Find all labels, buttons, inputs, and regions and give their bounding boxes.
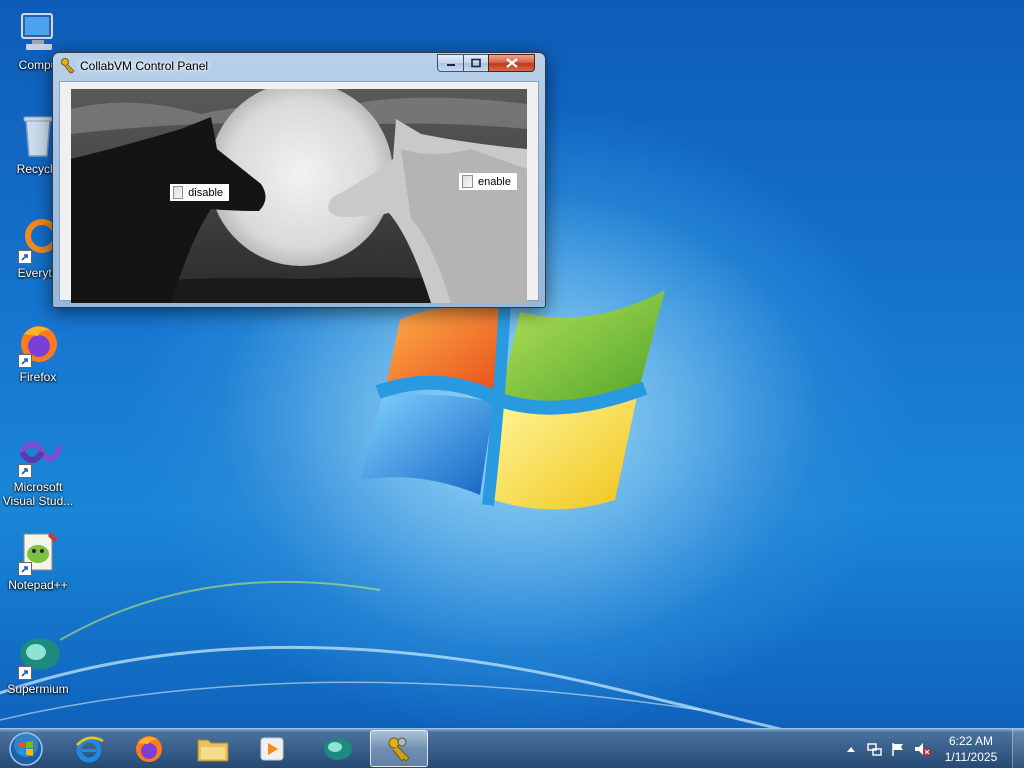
system-tray: 6:22 AM 1/11/2025 — [840, 729, 1024, 768]
firefox-icon — [14, 320, 62, 368]
close-button[interactable] — [488, 54, 535, 72]
wolves-moon-image: disable enable — [71, 89, 527, 303]
taskbar-internet-explorer[interactable] — [60, 730, 118, 767]
keys-icon — [59, 57, 77, 75]
taskbar-media-player[interactable] — [243, 730, 301, 767]
taskbar: 6:22 AM 1/11/2025 — [0, 728, 1024, 768]
window-scrollbar[interactable] — [529, 82, 537, 300]
desktop-icon-firefox[interactable]: Firefox — [2, 320, 74, 384]
taskbar-supermium[interactable] — [308, 730, 366, 767]
desktop-icon-label: Microsoft Visual Stud... — [2, 480, 74, 508]
close-icon — [505, 58, 518, 68]
action-center-flag-icon[interactable] — [890, 741, 906, 757]
supermium-icon — [14, 632, 62, 680]
start-orb-icon — [9, 732, 43, 766]
media-player-icon — [260, 737, 284, 760]
show-hidden-icons-chevron-icon[interactable] — [846, 745, 856, 753]
firefox-icon — [136, 735, 162, 762]
checkbox-box[interactable] — [173, 186, 184, 199]
supermium-icon — [324, 737, 352, 760]
desktop-icon-label: Notepad++ — [8, 578, 68, 592]
clock-date: 1/11/2025 — [944, 750, 998, 764]
maximize-button[interactable] — [463, 54, 489, 72]
shortcut-arrow-icon — [18, 250, 32, 264]
enable-label: enable — [477, 175, 511, 188]
volume-muted-icon[interactable] — [914, 741, 932, 757]
minimize-icon — [446, 64, 455, 66]
window-title: CollabVM Control Panel — [80, 59, 209, 73]
show-desktop-button[interactable] — [1012, 729, 1024, 768]
desktop-icon-label: Supermium — [7, 682, 69, 696]
shortcut-arrow-icon — [18, 666, 32, 680]
desktop-icon-notepad-plus-plus[interactable]: Notepad++ — [2, 528, 74, 592]
window-client-area: disable enable — [59, 81, 539, 303]
taskbar-file-explorer[interactable] — [184, 730, 242, 767]
keys-icon — [388, 737, 410, 762]
minimize-button[interactable] — [437, 54, 464, 72]
start-button[interactable] — [4, 730, 48, 768]
clock-time: 6:22 AM — [948, 734, 994, 748]
shortcut-arrow-icon — [18, 562, 32, 576]
disable-label: disable — [188, 186, 223, 199]
maximize-icon — [471, 58, 481, 68]
desktop-icon-label: Firefox — [19, 370, 57, 384]
visual-studio-icon — [14, 430, 63, 478]
enable-checkbox[interactable]: enable — [459, 173, 517, 190]
taskbar-firefox[interactable] — [120, 730, 178, 767]
desktop-icon-supermium[interactable]: Supermium — [2, 632, 74, 696]
notepad-plus-plus-icon — [14, 528, 62, 576]
clock[interactable]: 6:22 AM 1/11/2025 — [936, 733, 1006, 765]
collabvm-control-panel-window[interactable]: CollabVM Control Panel disable enable — [52, 52, 546, 308]
folder-icon — [197, 739, 229, 761]
checkbox-box[interactable] — [462, 175, 473, 188]
computer-icon — [14, 8, 62, 56]
desktop-icon-visual-studio[interactable]: Microsoft Visual Stud... — [2, 430, 74, 508]
desktop[interactable]: Compu Recycle Everyth Firefox Microsoft … — [0, 0, 1024, 728]
disable-checkbox[interactable]: disable — [170, 184, 229, 201]
window-titlebar[interactable]: CollabVM Control Panel — [53, 53, 545, 79]
shortcut-arrow-icon — [18, 464, 32, 478]
shortcut-arrow-icon — [18, 354, 32, 368]
network-icon[interactable] — [866, 741, 882, 757]
internet-explorer-icon — [76, 736, 104, 762]
taskbar-collabvm-control-panel[interactable] — [370, 730, 428, 767]
